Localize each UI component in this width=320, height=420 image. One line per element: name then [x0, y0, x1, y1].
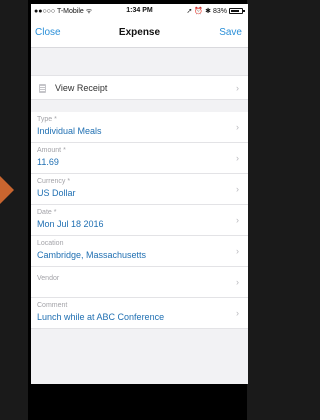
bluetooth-icon: ✱ [205, 8, 211, 15]
field-label: Currency * [37, 178, 71, 185]
chevron-right-icon: › [236, 184, 239, 194]
chevron-right-icon: › [236, 122, 239, 132]
location-arrow-icon: ➚ [186, 8, 193, 15]
field-value: Cambridge, Massachusetts [37, 250, 147, 260]
chevron-right-icon: › [236, 83, 239, 93]
field-value: US Dollar [37, 188, 76, 198]
field-vendor[interactable]: Vendor › [31, 267, 248, 298]
save-button[interactable]: Save [219, 27, 242, 38]
status-bar: ●●○○○ T-Mobile ᯤ 1:34 PM ➚ ⏰ ✱ 83% [31, 4, 248, 18]
field-label: Location [37, 240, 64, 247]
field-label: Comment [37, 302, 68, 309]
field-amount[interactable]: Amount * 11.69 › [31, 143, 248, 174]
chevron-right-icon: › [236, 277, 239, 287]
status-right: ➚ ⏰ ✱ 83% [186, 7, 245, 15]
field-label: Vendor [37, 275, 60, 282]
field-currency[interactable]: Currency * US Dollar › [31, 174, 248, 205]
field-value: Individual Meals [37, 126, 102, 136]
alarm-icon: ⏰ [194, 8, 204, 15]
chevron-right-icon: › [236, 215, 239, 225]
field-type[interactable]: Type * Individual Meals › [31, 112, 248, 143]
page-title: Expense [118, 27, 161, 38]
field-comment[interactable]: Comment Lunch while at ABC Conference › [31, 298, 248, 329]
nav-bar: Close Expense Save [31, 18, 248, 48]
field-label: Type * [37, 116, 57, 123]
phone-frame: ●●○○○ T-Mobile ᯤ 1:34 PM ➚ ⏰ ✱ 83% Close… [28, 0, 248, 420]
field-value: 11.69 [37, 157, 59, 167]
battery-percent: 83% [212, 7, 227, 15]
chevron-right-icon: › [236, 153, 239, 163]
field-location[interactable]: Location Cambridge, Massachusetts › [31, 236, 248, 267]
view-receipt-row[interactable]: View Receipt › [31, 75, 248, 100]
receipt-icon [39, 84, 46, 93]
chevron-right-icon: › [236, 246, 239, 256]
chevron-right-icon: › [236, 308, 239, 318]
field-label: Amount * [37, 147, 66, 154]
field-date[interactable]: Date * Mon Jul 18 2016 › [31, 205, 248, 236]
field-value: Lunch while at ABC Conference [37, 312, 165, 322]
battery-icon [229, 8, 245, 14]
pointer-arrow-icon [0, 176, 14, 204]
field-value: Mon Jul 18 2016 [37, 219, 104, 229]
view-receipt-label: View Receipt [55, 83, 108, 93]
app-screen: ●●○○○ T-Mobile ᯤ 1:34 PM ➚ ⏰ ✱ 83% Close… [31, 4, 248, 384]
field-label: Date * [37, 209, 57, 216]
